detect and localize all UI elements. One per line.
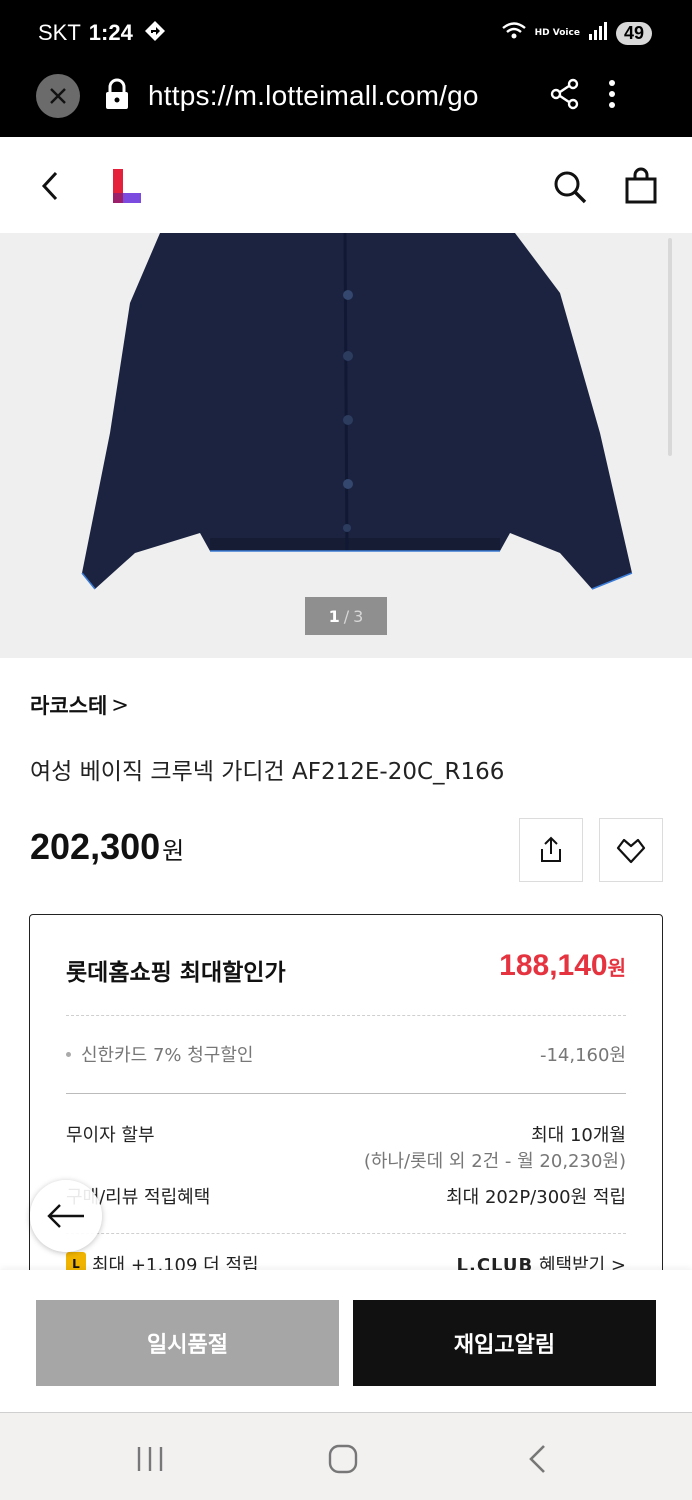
- lock-icon: [104, 78, 130, 114]
- price-unit: 원: [162, 838, 185, 865]
- shopping-bag-icon[interactable]: [624, 167, 658, 209]
- status-bar: SKT 1:24 HD Voice 49: [38, 18, 652, 48]
- product-name: 여성 베이직 크루넥 가디건 AF212E-20C_R166: [30, 759, 505, 785]
- brand-name: 라코스테: [30, 694, 108, 718]
- back-button[interactable]: [36, 169, 66, 207]
- sold-out-button[interactable]: 일시품절: [36, 1300, 339, 1386]
- hd-voice-badge: HD Voice: [534, 27, 580, 38]
- image-pager: 1 / 3: [305, 597, 387, 635]
- wishlist-button[interactable]: [599, 818, 663, 882]
- benefit-card: 롯데홈쇼핑 최대할인가 188,140원 신한카드 7% 청구할인 -14,16…: [29, 914, 663, 1314]
- search-icon[interactable]: [552, 169, 588, 209]
- site-header: [0, 137, 692, 233]
- best-price: 188,140원: [499, 949, 626, 983]
- more-options-icon[interactable]: [608, 79, 616, 113]
- share-icon[interactable]: [550, 78, 580, 114]
- browser-top-bar: SKT 1:24 HD Voice 49 https://m.lotteimal…: [0, 0, 692, 137]
- heart-icon: [616, 838, 646, 864]
- pager-separator: /: [343, 606, 350, 626]
- card-discount-label: 신한카드 7% 청구할인: [66, 1041, 253, 1067]
- restock-alert-button[interactable]: 재입고알림: [353, 1300, 656, 1386]
- best-price-unit: 원: [607, 958, 626, 980]
- best-price-value: 188,140: [499, 949, 608, 982]
- carrier-label: SKT: [38, 20, 81, 45]
- divider: [66, 1233, 626, 1234]
- installment-label: 무이자 할부: [66, 1125, 155, 1146]
- divider: [66, 1093, 626, 1094]
- navigation-icon: [143, 19, 167, 47]
- signal-icon: [588, 21, 608, 45]
- cardigan-image: [81, 233, 633, 590]
- battery-level: 49: [615, 21, 652, 45]
- system-back-icon[interactable]: [522, 1443, 554, 1479]
- wifi-icon: [501, 21, 527, 45]
- purchase-action-bar: 일시품절 재입고알림: [0, 1270, 692, 1412]
- best-price-title: 롯데홈쇼핑 최대할인가: [66, 960, 286, 986]
- installment-detail: (하나/롯데 외 2건 - 월 20,230원): [363, 1151, 626, 1172]
- floating-back-button[interactable]: [30, 1180, 102, 1252]
- pager-current: 1: [328, 606, 340, 626]
- system-nav-bar: [0, 1412, 692, 1500]
- product-price: 202,300원: [30, 826, 184, 868]
- arrow-left-icon: [47, 1204, 84, 1228]
- price-value: 202,300: [30, 826, 161, 867]
- installment-value: 최대 10개월: [531, 1125, 626, 1146]
- share-product-button[interactable]: [519, 818, 583, 882]
- url-text[interactable]: https://m.lotteimall.com/go: [148, 80, 528, 112]
- product-image-carousel[interactable]: 1 / 3: [0, 233, 692, 658]
- close-tab-button[interactable]: [36, 74, 80, 118]
- card-discount-text: 신한카드 7% 청구할인: [81, 1045, 254, 1066]
- share-upload-icon: [541, 836, 561, 862]
- lotte-logo[interactable]: [110, 169, 142, 205]
- image-scrollbar[interactable]: [668, 238, 672, 456]
- card-discount-value: -14,160원: [539, 1045, 626, 1066]
- recent-apps-icon[interactable]: [134, 1443, 166, 1479]
- url-bar: https://m.lotteimall.com/go: [36, 70, 656, 122]
- home-icon[interactable]: [327, 1443, 359, 1479]
- clock: 1:24: [88, 20, 133, 45]
- points-value: 최대 202P/300원 적립: [446, 1187, 626, 1208]
- chevron-left-icon: [41, 171, 58, 201]
- divider: [66, 1015, 626, 1016]
- brand-link[interactable]: 라코스테 >: [30, 690, 129, 720]
- brand-chevron: >: [111, 693, 129, 717]
- pager-total: 3: [353, 606, 364, 626]
- close-icon: [50, 88, 66, 104]
